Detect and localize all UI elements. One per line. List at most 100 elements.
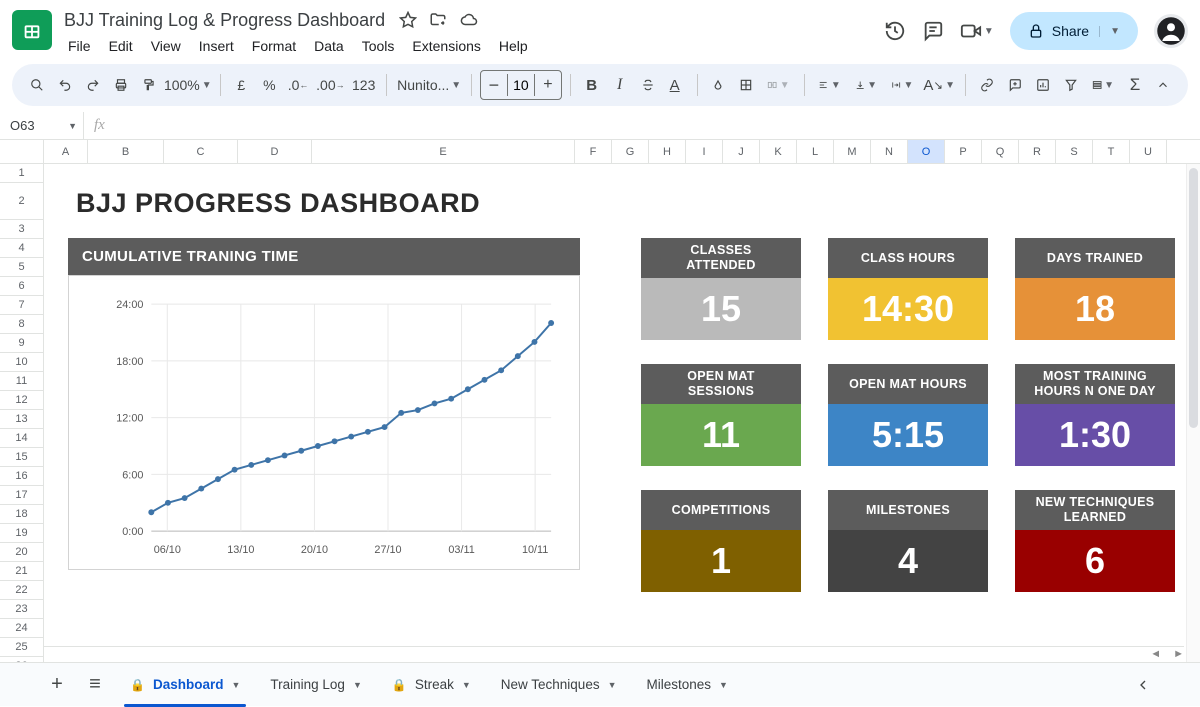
menu-extensions[interactable]: Extensions [404, 34, 488, 58]
row-header-2[interactable]: 2 [0, 183, 43, 220]
col-header-U[interactable]: U [1130, 140, 1167, 163]
menu-edit[interactable]: Edit [101, 34, 141, 58]
row-header-9[interactable]: 9 [0, 334, 43, 353]
select-all-corner[interactable] [0, 140, 44, 163]
merge-button[interactable]: ▼ [761, 71, 795, 99]
training-time-chart[interactable]: CUMULATIVE TRANING TIME 0:006:0012:0018:… [68, 238, 580, 570]
paint-format-icon[interactable] [136, 71, 162, 99]
sheet-tab-dashboard[interactable]: 🔒Dashboard▼ [116, 667, 254, 703]
cloud-status-icon[interactable] [459, 11, 479, 29]
row-header-16[interactable]: 16 [0, 467, 43, 486]
row-header-19[interactable]: 19 [0, 524, 43, 543]
more-formats-button[interactable]: 123 [349, 71, 378, 99]
move-icon[interactable] [429, 11, 447, 29]
name-box[interactable]: O63 ▼ [0, 112, 84, 139]
sheet-tab-streak[interactable]: 🔒Streak▼ [378, 667, 485, 703]
row-header-11[interactable]: 11 [0, 372, 43, 391]
functions-button[interactable]: Σ [1122, 71, 1148, 99]
row-header-14[interactable]: 14 [0, 429, 43, 448]
currency-button[interactable]: £ [228, 71, 254, 99]
chevron-down-icon[interactable]: ▼ [608, 680, 617, 690]
row-header-1[interactable]: 1 [0, 164, 43, 183]
decrease-decimal-icon[interactable]: .0← [284, 71, 311, 99]
menu-view[interactable]: View [143, 34, 189, 58]
grid-area[interactable]: 1234567891011121314151617181920212223242… [0, 164, 1200, 694]
undo-icon[interactable] [52, 71, 78, 99]
sheet-tab-training-log[interactable]: Training Log▼ [256, 667, 375, 703]
menu-tools[interactable]: Tools [354, 34, 403, 58]
col-header-J[interactable]: J [723, 140, 760, 163]
menu-insert[interactable]: Insert [191, 34, 242, 58]
horizontal-scrollbar[interactable]: ◄► [44, 646, 1184, 660]
col-header-T[interactable]: T [1093, 140, 1130, 163]
percent-button[interactable]: % [256, 71, 282, 99]
search-menus-icon[interactable] [24, 71, 50, 99]
col-header-P[interactable]: P [945, 140, 982, 163]
wrap-button[interactable]: ▼ [885, 71, 919, 99]
row-header-21[interactable]: 21 [0, 562, 43, 581]
sheet-tab-milestones[interactable]: Milestones▼ [633, 667, 742, 703]
row-header-20[interactable]: 20 [0, 543, 43, 562]
row-header-22[interactable]: 22 [0, 581, 43, 600]
col-header-C[interactable]: C [164, 140, 238, 163]
rotate-button[interactable]: A↘▼ [921, 71, 957, 99]
col-header-H[interactable]: H [649, 140, 686, 163]
col-header-D[interactable]: D [238, 140, 312, 163]
col-header-O[interactable]: O [908, 140, 945, 163]
col-header-M[interactable]: M [834, 140, 871, 163]
insert-comment-icon[interactable] [1002, 71, 1028, 99]
col-header-G[interactable]: G [612, 140, 649, 163]
sheets-app-icon[interactable] [12, 10, 52, 50]
col-header-I[interactable]: I [686, 140, 723, 163]
row-header-7[interactable]: 7 [0, 296, 43, 315]
chevron-down-icon[interactable]: ▼ [353, 680, 362, 690]
zoom-select[interactable]: 100% ▼ [164, 71, 212, 99]
insert-chart-icon[interactable] [1030, 71, 1056, 99]
h-align-button[interactable]: ▼ [812, 71, 846, 99]
font-select[interactable]: Nunito... ▼ [395, 71, 463, 99]
col-header-A[interactable]: A [44, 140, 88, 163]
increase-decimal-icon[interactable]: .00→ [314, 71, 347, 99]
strikethrough-button[interactable] [635, 71, 661, 99]
row-header-24[interactable]: 24 [0, 619, 43, 638]
account-avatar[interactable] [1154, 14, 1188, 48]
row-header-17[interactable]: 17 [0, 486, 43, 505]
font-size-input[interactable] [507, 74, 535, 96]
col-header-B[interactable]: B [88, 140, 164, 163]
row-header-5[interactable]: 5 [0, 258, 43, 277]
row-header-3[interactable]: 3 [0, 220, 43, 239]
menu-format[interactable]: Format [244, 34, 304, 58]
col-header-F[interactable]: F [575, 140, 612, 163]
bold-button[interactable]: B [579, 71, 605, 99]
menu-file[interactable]: File [60, 34, 99, 58]
share-button[interactable]: Share ▼ [1010, 12, 1138, 50]
star-icon[interactable] [399, 11, 417, 29]
history-icon[interactable] [884, 20, 906, 42]
row-header-23[interactable]: 23 [0, 600, 43, 619]
row-header-18[interactable]: 18 [0, 505, 43, 524]
sheet-tab-new-techniques[interactable]: New Techniques▼ [487, 667, 631, 703]
col-header-S[interactable]: S [1056, 140, 1093, 163]
italic-button[interactable]: I [607, 71, 633, 99]
col-header-E[interactable]: E [312, 140, 575, 163]
comment-icon[interactable] [922, 20, 944, 42]
chevron-down-icon[interactable]: ▼ [719, 680, 728, 690]
filter-icon[interactable] [1058, 71, 1084, 99]
col-header-N[interactable]: N [871, 140, 908, 163]
link-icon[interactable] [974, 71, 1000, 99]
document-title[interactable]: BJJ Training Log & Progress Dashboard [60, 10, 385, 31]
row-header-12[interactable]: 12 [0, 391, 43, 410]
row-header-10[interactable]: 10 [0, 353, 43, 372]
formula-input[interactable] [115, 116, 1200, 136]
row-header-8[interactable]: 8 [0, 315, 43, 334]
menu-help[interactable]: Help [491, 34, 536, 58]
fill-color-button[interactable] [705, 71, 731, 99]
menu-data[interactable]: Data [306, 34, 352, 58]
print-icon[interactable] [108, 71, 134, 99]
col-header-Q[interactable]: Q [982, 140, 1019, 163]
row-header-4[interactable]: 4 [0, 239, 43, 258]
row-header-15[interactable]: 15 [0, 448, 43, 467]
borders-button[interactable] [733, 71, 759, 99]
chevron-down-icon[interactable]: ▼ [462, 680, 471, 690]
row-header-25[interactable]: 25 [0, 638, 43, 657]
